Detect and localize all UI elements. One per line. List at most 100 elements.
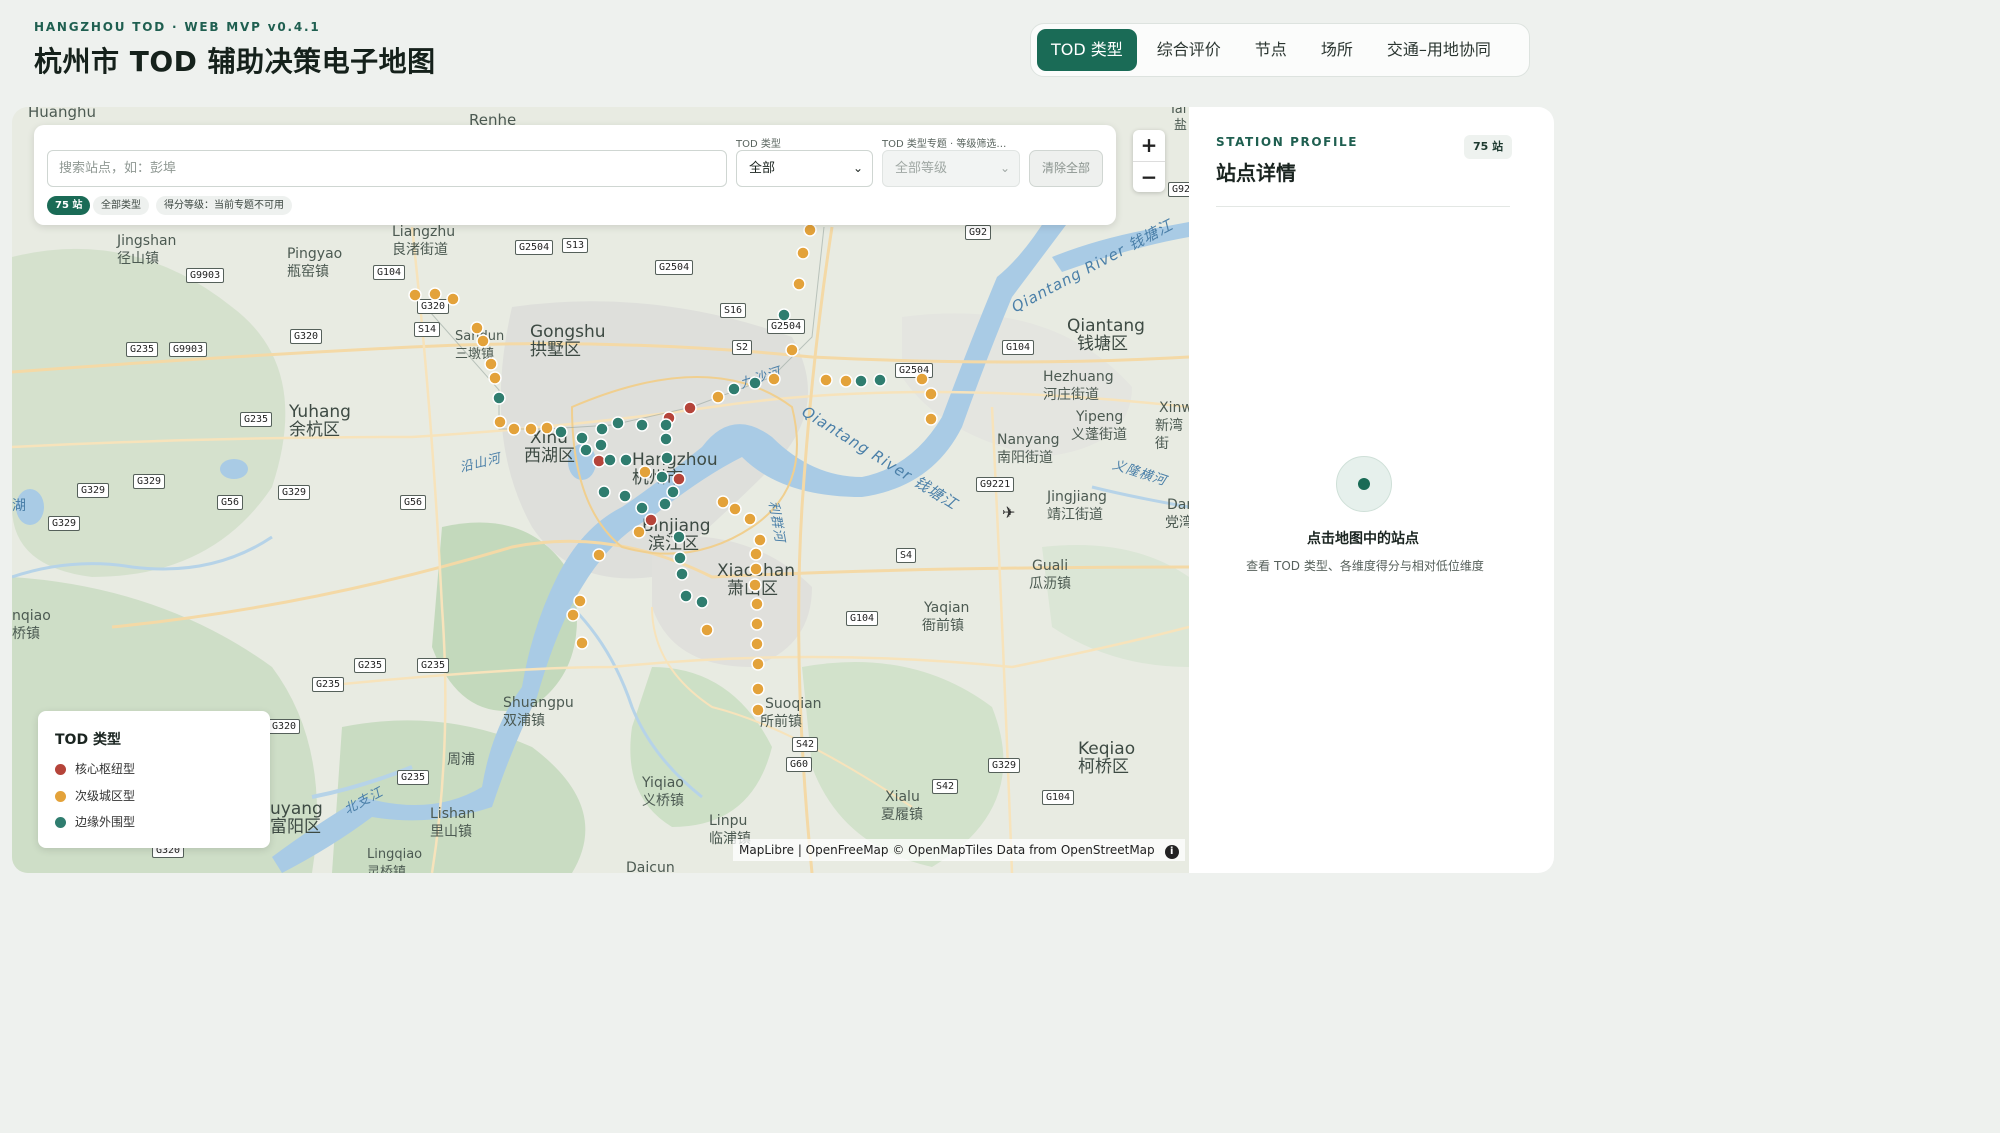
level-select[interactable]: 全部等级 ⌄	[882, 150, 1020, 187]
station-marker[interactable]	[611, 416, 625, 430]
station-marker[interactable]	[839, 374, 853, 388]
station-marker[interactable]	[597, 485, 611, 499]
circle-icon	[55, 791, 66, 802]
tab-transport-landuse[interactable]: 交通–用地协同	[1373, 29, 1505, 71]
station-marker[interactable]	[579, 443, 593, 457]
station-marker[interactable]	[679, 589, 693, 603]
station-marker[interactable]	[655, 470, 669, 484]
station-marker[interactable]	[924, 412, 938, 426]
station-marker[interactable]	[592, 548, 606, 562]
type-filter-chip: 全部类型	[93, 196, 149, 215]
station-marker[interactable]	[854, 374, 868, 388]
station-marker[interactable]	[618, 489, 632, 503]
zoom-in-button[interactable]: +	[1133, 130, 1165, 161]
station-marker[interactable]	[700, 623, 714, 637]
station-marker[interactable]	[751, 682, 765, 696]
station-marker[interactable]	[751, 703, 765, 717]
station-marker[interactable]	[428, 287, 442, 301]
station-marker[interactable]	[573, 594, 587, 608]
station-marker[interactable]	[635, 418, 649, 432]
station-marker[interactable]	[619, 453, 633, 467]
station-marker[interactable]	[476, 334, 490, 348]
station-marker[interactable]	[750, 637, 764, 651]
station-marker[interactable]	[446, 292, 460, 306]
zoom-control: + −	[1133, 130, 1165, 192]
level-select-value: 全部等级	[895, 161, 948, 176]
station-marker[interactable]	[924, 387, 938, 401]
station-marker[interactable]	[672, 472, 686, 486]
brand-kicker: HANGZHOU TOD · WEB MVP v0.4.1	[34, 20, 321, 34]
station-marker[interactable]	[915, 372, 929, 386]
station-marker[interactable]	[750, 617, 764, 631]
filter-panel: TOD 类型 全部 ⌄ TOD 类型专题 · 等级筛选… 全部等级 ⌄ 清除全部…	[34, 125, 1116, 225]
station-marker[interactable]	[777, 308, 791, 322]
station-marker[interactable]	[603, 453, 617, 467]
station-search-input[interactable]	[47, 150, 727, 187]
station-marker[interactable]	[749, 562, 763, 576]
station-marker[interactable]	[488, 371, 502, 385]
station-marker[interactable]	[470, 321, 484, 335]
station-marker[interactable]	[595, 422, 609, 436]
tab-node[interactable]: 节点	[1241, 29, 1301, 71]
station-marker[interactable]	[566, 608, 580, 622]
zoom-out-button[interactable]: −	[1133, 162, 1165, 193]
station-marker[interactable]	[672, 530, 686, 544]
station-marker[interactable]	[673, 551, 687, 565]
station-marker[interactable]	[753, 533, 767, 547]
score-filter-chip: 得分等级：当前专题不可用	[156, 196, 292, 215]
station-marker[interactable]	[540, 421, 554, 435]
station-marker[interactable]	[638, 465, 652, 479]
station-marker[interactable]	[748, 376, 762, 390]
station-marker[interactable]	[644, 513, 658, 527]
station-marker[interactable]	[659, 418, 673, 432]
station-marker[interactable]	[749, 547, 763, 561]
station-marker[interactable]	[792, 277, 806, 291]
station-marker[interactable]	[796, 246, 810, 260]
station-marker[interactable]	[716, 495, 730, 509]
station-marker[interactable]	[658, 497, 672, 511]
tab-overall-evaluation[interactable]: 综合评价	[1143, 29, 1235, 71]
station-marker[interactable]	[554, 425, 568, 439]
attribution-text[interactable]: MapLibre | OpenFreeMap © OpenMapTiles Da…	[739, 843, 1155, 857]
station-marker[interactable]	[592, 454, 606, 468]
panel-kicker: STATION PROFILE	[1216, 135, 1359, 149]
station-marker[interactable]	[666, 485, 680, 499]
station-marker[interactable]	[873, 373, 887, 387]
clear-all-button[interactable]: 清除全部	[1029, 150, 1103, 187]
station-marker[interactable]	[484, 357, 498, 371]
tab-tod-type[interactable]: TOD 类型	[1037, 29, 1137, 71]
station-marker[interactable]	[743, 512, 757, 526]
station-marker[interactable]	[748, 578, 762, 592]
station-marker[interactable]	[728, 502, 742, 516]
station-marker[interactable]	[575, 636, 589, 650]
station-marker[interactable]	[575, 431, 589, 445]
station-marker[interactable]	[803, 223, 817, 237]
station-marker[interactable]	[507, 422, 521, 436]
tod-type-select[interactable]: 全部 ⌄	[736, 150, 873, 187]
info-icon[interactable]: i	[1164, 845, 1179, 859]
map-attribution: MapLibre | OpenFreeMap © OpenMapTiles Da…	[733, 839, 1185, 861]
station-marker[interactable]	[660, 451, 674, 465]
tab-place[interactable]: 场所	[1307, 29, 1367, 71]
station-marker[interactable]	[659, 432, 673, 446]
station-marker[interactable]	[695, 595, 709, 609]
station-marker[interactable]	[785, 343, 799, 357]
station-marker[interactable]	[492, 391, 506, 405]
station-marker[interactable]	[632, 525, 646, 539]
station-marker[interactable]	[408, 288, 422, 302]
station-marker[interactable]	[524, 422, 538, 436]
chevron-down-icon: ⌄	[999, 161, 1010, 175]
station-marker[interactable]	[751, 657, 765, 671]
station-marker[interactable]	[750, 597, 764, 611]
station-marker[interactable]	[819, 373, 833, 387]
legend-item: 核心枢纽型	[55, 761, 135, 777]
station-marker[interactable]	[711, 390, 725, 404]
station-marker[interactable]	[767, 372, 781, 386]
station-marker[interactable]	[635, 501, 649, 515]
station-marker[interactable]	[683, 401, 697, 415]
station-marker[interactable]	[675, 567, 689, 581]
station-marker[interactable]	[493, 415, 507, 429]
station-count-badge: 75 站	[1464, 135, 1513, 159]
station-marker[interactable]	[594, 438, 608, 452]
station-marker[interactable]	[727, 382, 741, 396]
